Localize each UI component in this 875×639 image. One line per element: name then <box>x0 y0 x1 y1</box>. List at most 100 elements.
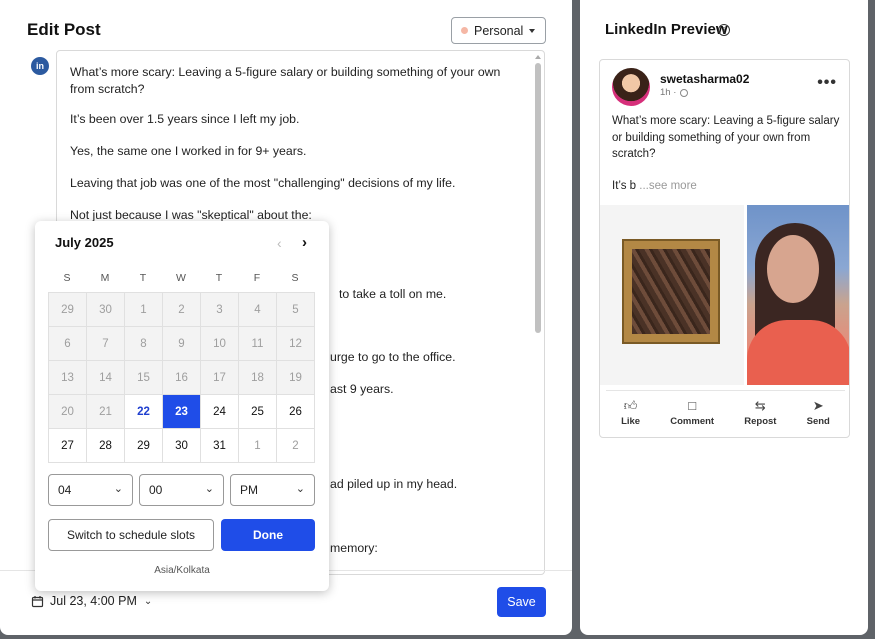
schedule-date-label: Jul 23, 4:00 PM <box>50 594 137 608</box>
weekday-label: F <box>253 272 261 284</box>
preview-snippet-text: It’s b <box>612 180 637 192</box>
post-preview-card: swetasharma02 1h · ••• What’s more scary… <box>599 59 850 438</box>
account-select-label: Personal <box>474 23 524 38</box>
caret-down-icon <box>529 29 535 33</box>
ampm-value: PM <box>240 483 258 497</box>
post-actions-bar: 👍︎ Like □ Comment ⇆ Repost ➤ Send <box>606 390 845 434</box>
calendar-day[interactable]: 31 <box>201 429 239 463</box>
comment-label: Comment <box>670 416 715 427</box>
scroll-up-icon[interactable] <box>535 55 541 59</box>
calendar-day[interactable]: 23 <box>163 395 201 429</box>
send-button[interactable]: ➤ Send <box>807 391 830 434</box>
minute-select[interactable]: 00 ⌄ <box>139 474 224 506</box>
calendar-day: 13 <box>49 361 87 395</box>
post-paragraph: urge to go to the office. <box>330 350 456 364</box>
edit-post-title: Edit Post <box>27 20 101 39</box>
calendar-day: 29 <box>49 293 87 327</box>
calendar-day[interactable]: 26 <box>277 395 315 429</box>
calendar-day: 14 <box>87 361 125 395</box>
calendar-day: 9 <box>163 327 201 361</box>
calendar-day[interactable]: 27 <box>49 429 87 463</box>
globe-icon <box>680 88 689 97</box>
chevron-down-icon: ⌄ <box>204 483 214 495</box>
post-paragraph: Yes, the same one I worked in for 9+ yea… <box>70 144 307 158</box>
post-paragraph: ast 9 years. <box>330 382 394 396</box>
repost-button[interactable]: ⇆ Repost <box>744 391 776 434</box>
calendar-day: 4 <box>239 293 277 327</box>
next-month-icon[interactable]: › <box>302 234 307 251</box>
calendar-day: 2 <box>163 293 201 327</box>
linkedin-preview-panel: LinkedIn Preview i swetasharma02 1h · ••… <box>580 0 868 635</box>
ampm-select[interactable]: PM ⌄ <box>230 474 315 506</box>
weekday-label: S <box>291 272 299 284</box>
post-paragraph: memory: <box>330 541 378 555</box>
date-picker-popover: July 2025 ‹ › S M T W T F S 29 30 1 2 3 4 5 6 7 8… <box>35 221 329 591</box>
post-time: 1h · <box>660 87 677 98</box>
like-icon: 👍︎ <box>623 398 638 413</box>
post-paragraph: Leaving that job was one of the most "ch… <box>70 176 456 190</box>
switch-to-schedule-slots-button[interactable]: Switch to schedule slots <box>48 519 214 551</box>
calendar-day: 17 <box>201 361 239 395</box>
post-paragraph: to take a toll on me. <box>339 287 447 301</box>
avatar <box>612 68 650 106</box>
send-icon: ➤ <box>812 398 824 413</box>
calendar-day: 8 <box>125 327 163 361</box>
account-select[interactable]: Personal <box>451 17 546 44</box>
calendar-day: 1 <box>125 293 163 327</box>
calendar-day[interactable]: 1 <box>239 429 277 463</box>
hour-select[interactable]: 04 ⌄ <box>48 474 133 506</box>
preview-snippet: It’s b ...see more <box>612 180 697 192</box>
calendar-month-label: July 2025 <box>55 235 114 250</box>
post-paragraph: It’s been over 1.5 years since I left my… <box>70 112 300 126</box>
scrollbar-thumb[interactable] <box>535 63 541 333</box>
linkedin-icon: in <box>31 57 49 75</box>
calendar-day[interactable]: 24 <box>201 395 239 429</box>
schedule-date-button[interactable]: Jul 23, 4:00 PM ⌄ <box>31 594 152 608</box>
see-more-link[interactable]: ...see more <box>639 180 697 192</box>
portrait-face <box>767 235 819 303</box>
preview-post-text: What’s more scary: Leaving a 5-figure sa… <box>612 115 840 160</box>
weekday-label: W <box>176 272 186 284</box>
calendar-day[interactable]: 29 <box>125 429 163 463</box>
box-shape <box>622 239 720 344</box>
done-button[interactable]: Done <box>221 519 315 551</box>
post-meta: 1h · <box>660 87 689 98</box>
like-label: Like <box>621 416 641 427</box>
post-paragraph: What’s more scary: Leaving a 5-figure sa… <box>70 65 501 96</box>
calendar-day[interactable]: 2 <box>277 429 315 463</box>
calendar-day[interactable]: 28 <box>87 429 125 463</box>
minute-value: 00 <box>149 483 163 497</box>
send-label: Send <box>806 416 830 427</box>
preview-username: swetasharma02 <box>660 72 750 86</box>
prev-month-icon[interactable]: ‹ <box>277 235 282 251</box>
save-button[interactable]: Save <box>497 587 546 617</box>
calendar-day: 19 <box>277 361 315 395</box>
calendar-day: 10 <box>201 327 239 361</box>
editor-scrollbar[interactable] <box>534 55 542 570</box>
preview-title: LinkedIn Preview <box>605 21 728 38</box>
like-button[interactable]: 👍︎ Like <box>621 391 640 434</box>
calendar-day: 16 <box>163 361 201 395</box>
timezone-label: Asia/Kolkata <box>154 565 210 576</box>
calendar-day: 5 <box>277 293 315 327</box>
chevron-down-icon: ⌄ <box>295 483 305 495</box>
chevron-down-icon: ⌄ <box>113 483 123 495</box>
calendar-day[interactable]: 25 <box>239 395 277 429</box>
hour-value: 04 <box>58 483 72 497</box>
calendar-day[interactable]: 30 <box>163 429 201 463</box>
calendar-day: 20 <box>49 395 87 429</box>
info-icon[interactable]: i <box>718 24 730 36</box>
calendar-grid: 29 30 1 2 3 4 5 6 7 8 9 10 11 12 13 14 15 16 17 18 19 20 21 22 2… <box>48 292 315 463</box>
weekday-label: S <box>63 272 71 284</box>
comment-button[interactable]: □ Comment <box>670 391 714 434</box>
comment-icon: □ <box>688 398 697 413</box>
more-options-icon[interactable]: ••• <box>817 74 837 92</box>
calendar-day: 30 <box>87 293 125 327</box>
calendar-day: 3 <box>201 293 239 327</box>
calendar-day[interactable]: 22 <box>125 395 163 429</box>
chocolate-pieces <box>632 249 710 334</box>
account-dot <box>461 27 468 34</box>
chevron-down-icon: ⌄ <box>143 595 153 607</box>
calendar-day: 7 <box>87 327 125 361</box>
weekday-label: M <box>100 272 110 284</box>
